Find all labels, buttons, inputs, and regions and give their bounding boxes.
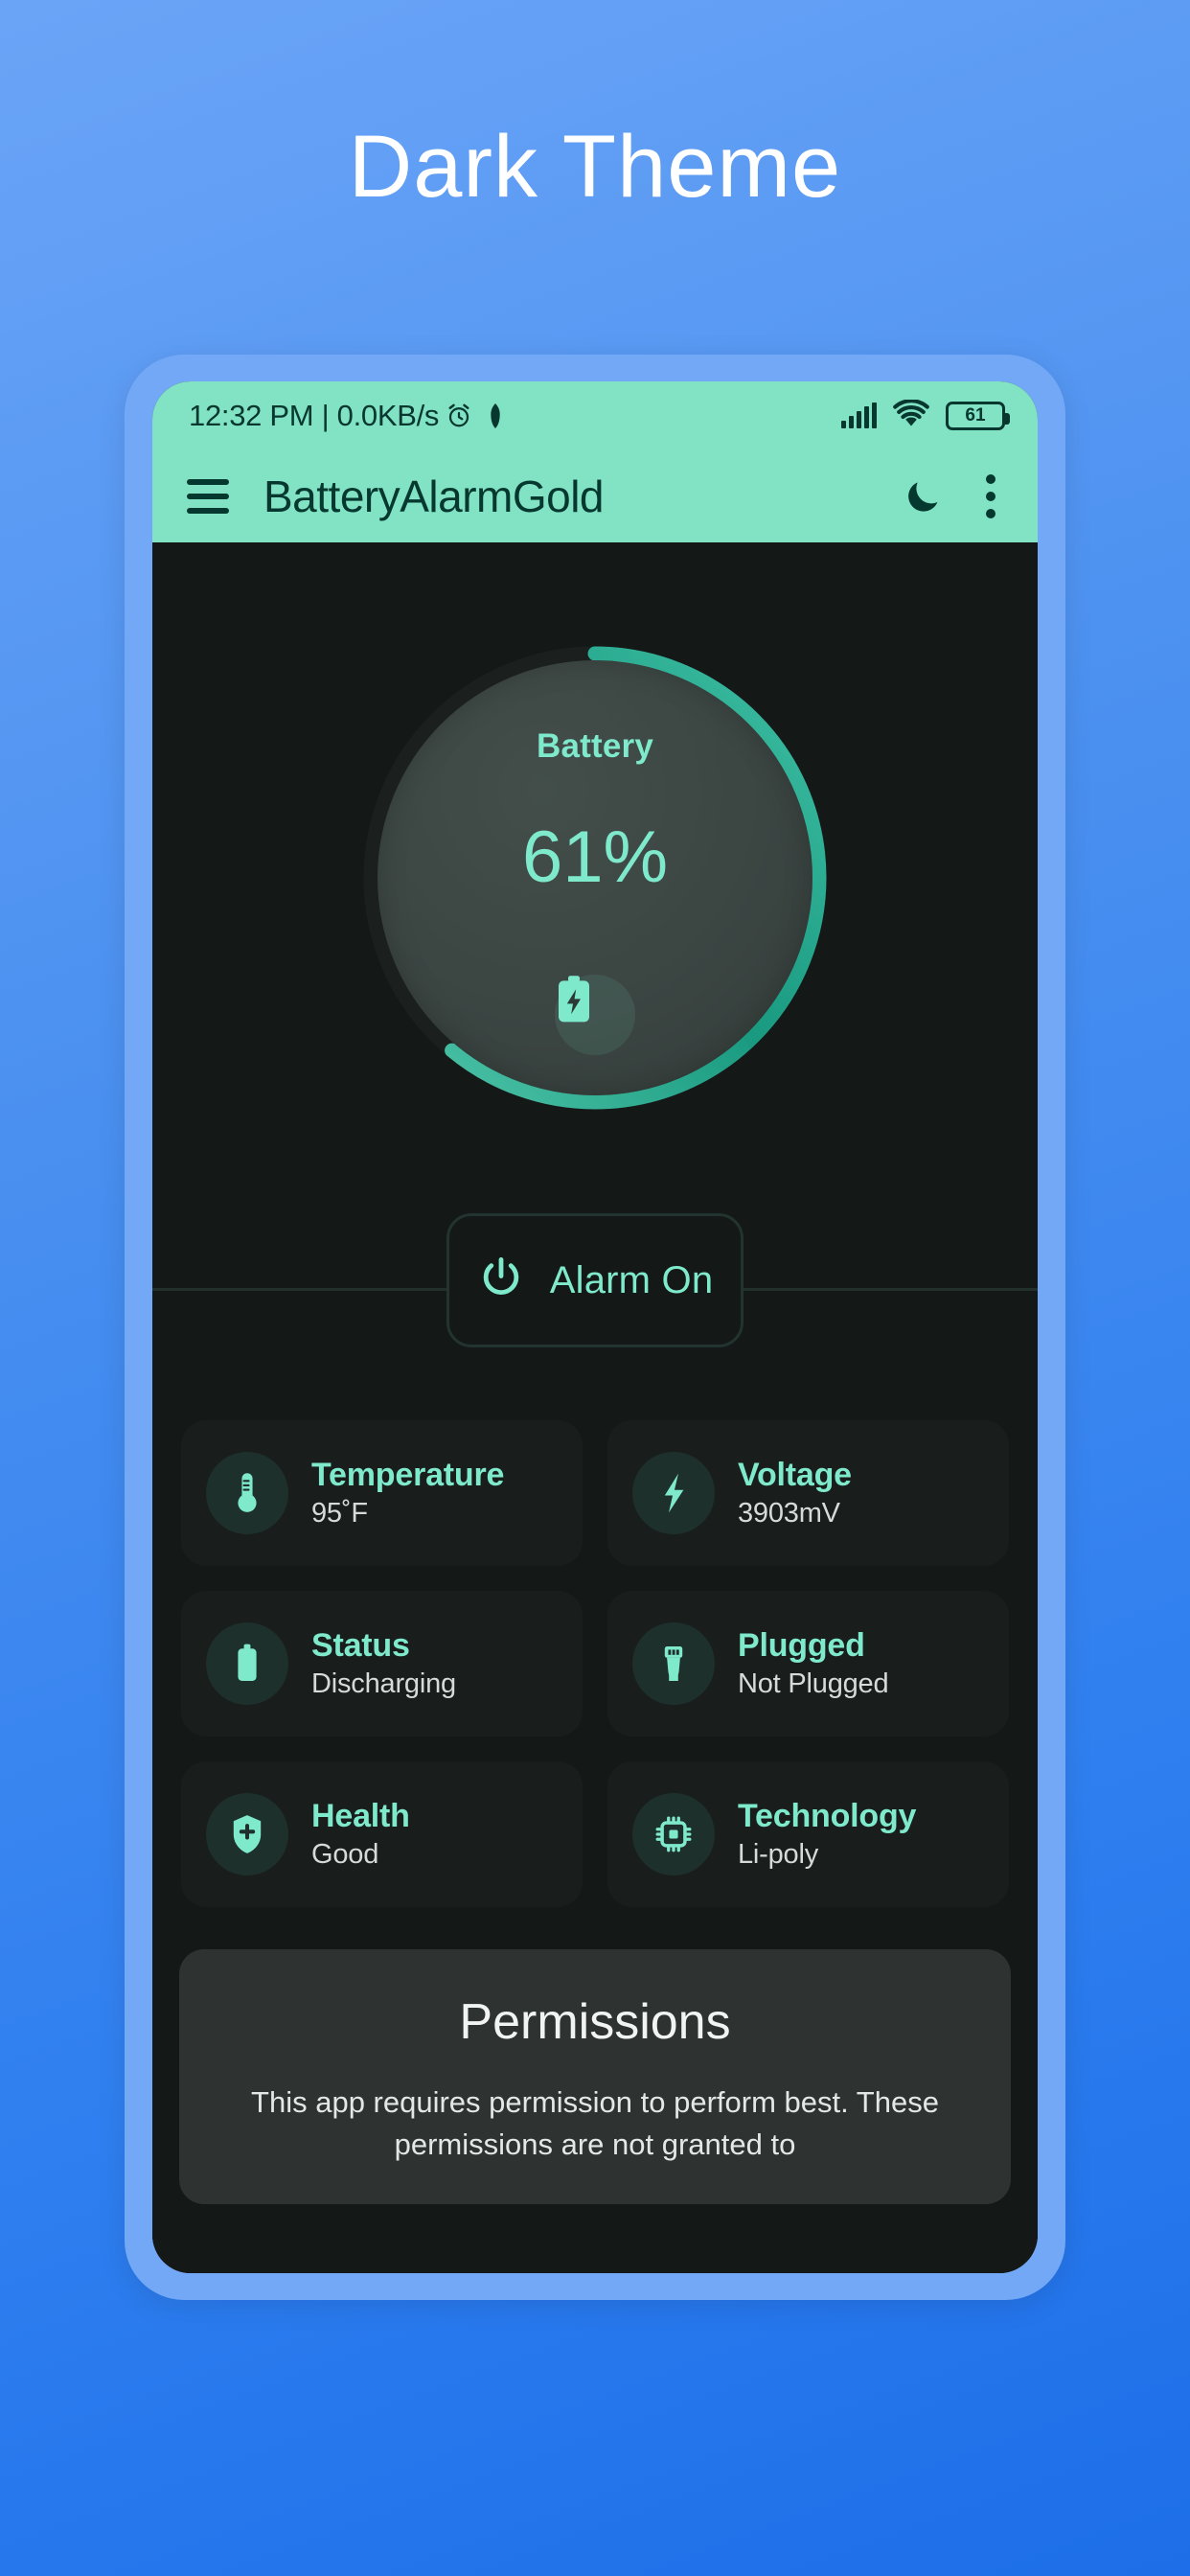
card-value: Good — [311, 1839, 379, 1870]
phone-screen: 12:32 PM | 0.0KB/s 61 BatteryAlarmGold B… — [152, 381, 1038, 2273]
status-bar-text: 12:32 PM | 0.0KB/s — [189, 399, 440, 432]
hamburger-menu-icon[interactable] — [187, 479, 229, 514]
card-text: Health Good — [311, 1798, 410, 1871]
card-plugged[interactable]: Plugged Not Plugged — [607, 1591, 1009, 1736]
status-bar: 12:32 PM | 0.0KB/s 61 — [152, 381, 1038, 450]
three-dot-menu-icon[interactable] — [984, 474, 997, 518]
status-battery-level: 61 — [965, 405, 986, 426]
permissions-card[interactable]: Permissions This app requires permission… — [179, 1949, 1011, 2205]
alarm-clock-icon — [445, 402, 473, 430]
card-status[interactable]: Status Discharging — [181, 1591, 583, 1736]
card-value: Not Plugged — [738, 1668, 889, 1699]
phone-frame: 12:32 PM | 0.0KB/s 61 BatteryAlarmGold B… — [125, 355, 1065, 2300]
page-title: Dark Theme — [348, 118, 842, 216]
card-text: Technology Li-poly — [738, 1798, 916, 1871]
card-text: Plugged Not Plugged — [738, 1627, 889, 1700]
gauge-label: Battery — [536, 727, 653, 765]
card-value: Li-poly — [738, 1839, 819, 1870]
lightning-bolt-icon — [632, 1452, 715, 1534]
card-value: 3903mV — [738, 1498, 840, 1529]
status-battery-icon: 61 — [946, 402, 1010, 430]
card-value: Discharging — [311, 1668, 456, 1699]
card-title: Technology — [738, 1798, 917, 1834]
cellular-signal-icon — [841, 402, 877, 428]
gauge-value: 61% — [521, 816, 669, 898]
card-title: Plugged — [738, 1627, 865, 1664]
card-technology[interactable]: Technology Li-poly — [607, 1761, 1009, 1907]
alarm-toggle-button[interactable]: Alarm On — [446, 1213, 744, 1347]
moon-icon[interactable] — [902, 475, 944, 518]
app-title: BatteryAlarmGold — [263, 472, 605, 521]
status-bar-left: 12:32 PM | 0.0KB/s — [189, 399, 502, 433]
main-content: Battery 61% Alarm On Temperature 95˚F Vo… — [152, 542, 1038, 2273]
card-temperature[interactable]: Temperature 95˚F — [181, 1420, 583, 1566]
card-title: Voltage — [738, 1457, 852, 1493]
thermometer-icon — [206, 1452, 288, 1534]
alarm-toggle-label: Alarm On — [549, 1258, 714, 1301]
vpn-key-icon — [489, 403, 502, 428]
usb-plug-icon — [632, 1622, 715, 1705]
card-text: Voltage 3903mV — [738, 1457, 852, 1530]
alarm-row: Alarm On — [152, 1213, 1038, 1367]
battery-gauge-face: Battery 61% — [378, 660, 812, 1095]
status-bar-right: 61 — [841, 398, 1010, 433]
permissions-body: This app requires permission to perform … — [251, 2085, 939, 2162]
card-health[interactable]: Health Good — [181, 1761, 583, 1907]
shield-plus-icon — [206, 1793, 288, 1875]
card-value: 95˚F — [311, 1498, 368, 1529]
battery-gauge-section: Battery 61% — [152, 542, 1038, 1213]
card-title: Health — [311, 1798, 410, 1834]
battery-gauge: Battery 61% — [360, 643, 830, 1113]
permissions-title: Permissions — [459, 1994, 731, 2050]
battery-charging-icon — [555, 975, 635, 1055]
info-card-grid: Temperature 95˚F Voltage 3903mV Status D… — [181, 1420, 1009, 1907]
battery-icon — [206, 1622, 288, 1705]
card-text: Temperature 95˚F — [311, 1457, 504, 1530]
card-voltage[interactable]: Voltage 3903mV — [607, 1420, 1009, 1566]
card-title: Status — [311, 1627, 410, 1664]
card-text: Status Discharging — [311, 1627, 456, 1700]
power-icon — [477, 1254, 525, 1307]
card-title: Temperature — [311, 1457, 505, 1493]
app-bar: BatteryAlarmGold — [152, 450, 1038, 542]
wifi-icon — [893, 398, 929, 433]
cpu-chip-icon — [632, 1793, 715, 1875]
